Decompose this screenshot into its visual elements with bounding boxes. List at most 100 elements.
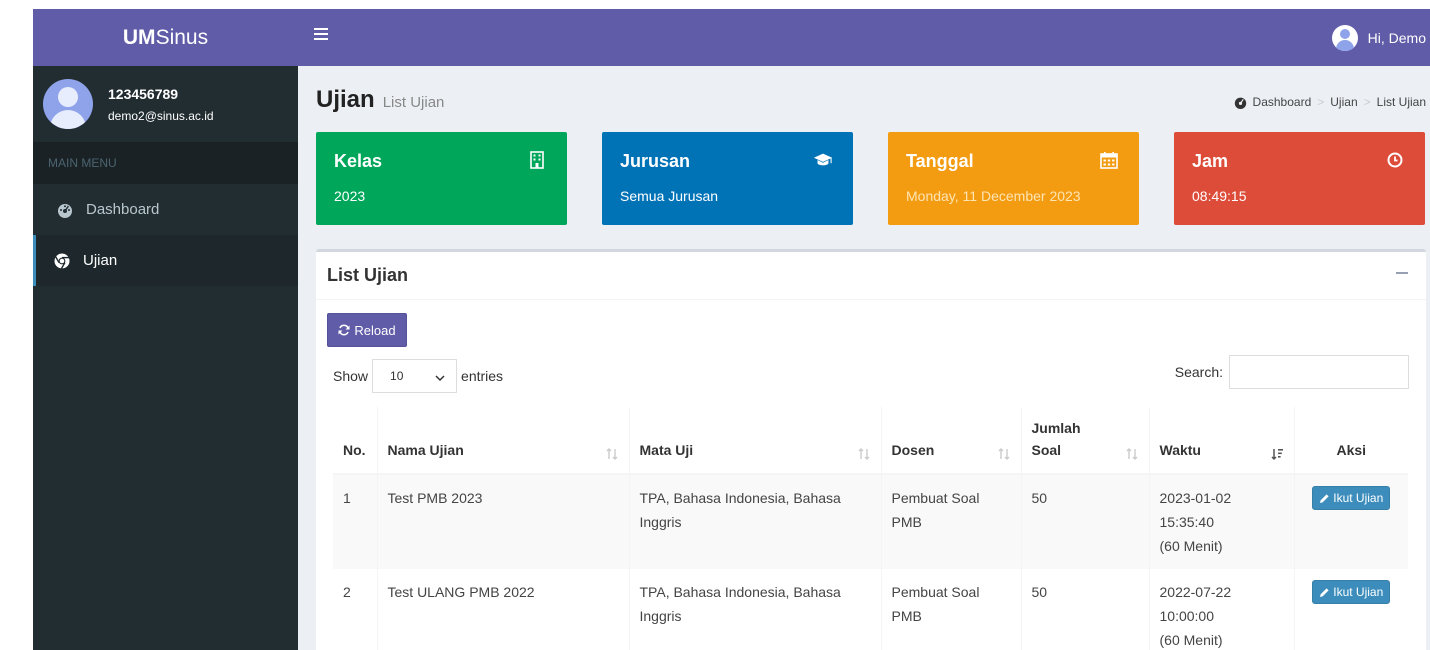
sidebar-item-ujian[interactable]: Ujian <box>33 235 298 286</box>
table-search: Search: <box>1175 355 1409 389</box>
app-logo[interactable]: UM Sinus <box>33 9 298 66</box>
column-header-no: No. <box>333 407 377 475</box>
entries-value: 10 <box>390 369 404 383</box>
breadcrumb-dashboard[interactable]: Dashboard <box>1253 95 1312 109</box>
ikut-ujian-label: Ikut Ujian <box>1333 585 1384 599</box>
reload-button[interactable]: Reload <box>327 313 407 347</box>
cell-nama-ujian: Test PMB 2023 <box>376 474 629 569</box>
sidebar-item-label: Ujian <box>83 252 118 269</box>
main-content: Ujian List Ujian Dashboard > Ujian > Lis… <box>298 66 1430 650</box>
column-header-dosen[interactable]: Dosen <box>880 407 1021 475</box>
search-input[interactable] <box>1229 355 1409 389</box>
table-row: 1 Test PMB 2023 TPA, Bahasa Indonesia, B… <box>333 474 1408 569</box>
info-box-jurusan: Jurusan Semua Jurusan <box>602 132 853 225</box>
info-box-value: 2023 <box>334 188 366 204</box>
user-avatar-icon <box>1331 25 1358 51</box>
waktu-duration: (60 Menit) <box>1159 538 1223 554</box>
ujian-table: No. Nama Ujian Mata Uji Dosen Jumlah Soa… <box>333 407 1408 650</box>
menu-header: MAIN MENU <box>33 142 298 184</box>
waktu-duration: (60 Menit) <box>1159 632 1223 648</box>
sort-icon <box>605 445 619 460</box>
info-box-title: Jurusan <box>620 151 691 171</box>
reload-label: Reload <box>354 322 396 338</box>
page-title: Ujian <box>316 86 375 113</box>
header-label: Waktu <box>1159 442 1201 458</box>
info-box-title: Kelas <box>334 151 383 171</box>
chrome-icon <box>53 252 71 270</box>
user-id: 123456789 <box>108 85 179 102</box>
cell-waktu: 2023-01-02 15:35:40 (60 Menit) <box>1148 474 1294 569</box>
cell-mata-uji: TPA, Bahasa Indonesia, Bahasa Inggris <box>628 569 881 650</box>
logo-text: Sinus <box>155 25 209 49</box>
info-box-title: Tanggal <box>906 151 974 171</box>
chevron-down-icon <box>435 371 445 385</box>
cell-no: 2 <box>343 584 351 600</box>
cell-nama-ujian: Test ULANG PMB 2022 <box>376 569 629 650</box>
header-label: Dosen <box>891 442 935 458</box>
cell-dosen: Pembuat Soal PMB <box>880 569 1021 650</box>
collapse-icon[interactable] <box>1396 272 1408 274</box>
sidebar-item-label: Dashboard <box>86 201 160 218</box>
content-header: Ujian List Ujian <box>316 86 444 114</box>
user-greeting: Hi, Demo <box>1367 30 1426 46</box>
user-menu[interactable]: Hi, Demo <box>1331 25 1426 51</box>
info-box-tanggal: Tanggal Monday, 11 December 2023 <box>888 132 1139 225</box>
table-row: 2 Test ULANG PMB 2022 TPA, Bahasa Indone… <box>333 569 1408 650</box>
user-email: demo2@sinus.ac.id <box>108 108 214 123</box>
breadcrumb: Dashboard > Ujian > List Ujian <box>1234 95 1426 109</box>
sort-icon <box>857 445 871 460</box>
ikut-ujian-label: Ikut Ujian <box>1333 491 1384 505</box>
cell-mata-uji: TPA, Bahasa Indonesia, Bahasa Inggris <box>628 474 881 569</box>
cell-jumlah-soal: 50 <box>1020 474 1149 569</box>
sort-desc-icon <box>1270 445 1284 461</box>
dashboard-icon <box>56 201 74 219</box>
waktu-date: 2022-07-22 <box>1159 584 1232 600</box>
column-header-jumlah-soal[interactable]: Jumlah Soal <box>1020 407 1149 475</box>
cell-dosen: Pembuat Soal PMB <box>880 474 1021 569</box>
column-header-aksi: Aksi <box>1293 407 1408 475</box>
sidebar-item-dashboard[interactable]: Dashboard <box>33 184 298 235</box>
cell-aksi: Ikut Ujian <box>1293 474 1408 569</box>
ikut-ujian-button[interactable]: Ikut Ujian <box>1312 486 1391 510</box>
pencil-icon <box>1319 493 1330 504</box>
info-box-value: Semua Jurusan <box>620 188 719 204</box>
entries-length-control: Show 10 entries <box>333 359 503 393</box>
ikut-ujian-button[interactable]: Ikut Ujian <box>1312 580 1391 604</box>
top-navbar: Hi, Demo <box>298 9 1430 66</box>
panel-title: List Ujian <box>327 265 409 285</box>
column-header-mata-uji[interactable]: Mata Uji <box>628 407 881 475</box>
avatar <box>43 79 93 129</box>
search-label: Search: <box>1174 364 1223 380</box>
calendar-icon <box>1099 150 1119 170</box>
waktu-date: 2023-01-02 <box>1159 490 1232 506</box>
app-frame: UM Sinus 123456789 demo2@sinus.ac.id MAIN… <box>33 9 1430 650</box>
building-icon <box>527 150 547 170</box>
column-header-waktu[interactable]: Waktu <box>1148 407 1294 475</box>
menu-toggle-icon[interactable] <box>314 28 328 40</box>
sort-icon <box>997 445 1011 460</box>
info-box-value: Monday, 11 December 2023 <box>906 188 1081 204</box>
header-label: Nama Ujian <box>387 442 464 458</box>
info-box-kelas: Kelas 2023 <box>316 132 567 225</box>
entries-select[interactable]: 10 <box>372 359 458 393</box>
cell-aksi: Ikut Ujian <box>1293 569 1408 650</box>
entries-label: entries <box>461 368 504 384</box>
info-box-value: 08:49:15 <box>1192 188 1247 204</box>
graduation-cap-icon <box>813 150 833 170</box>
user-panel: 123456789 demo2@sinus.ac.id <box>33 66 298 142</box>
info-box-jam: Jam 08:49:15 <box>1174 132 1425 225</box>
logo-bold: UM <box>122 25 156 49</box>
breadcrumb-current: List Ujian <box>1376 95 1426 109</box>
list-ujian-panel: List Ujian Reload Show 10 entries Search… <box>316 249 1426 650</box>
column-header-nama-ujian[interactable]: Nama Ujian <box>376 407 629 475</box>
sidebar: UM Sinus 123456789 demo2@sinus.ac.id MAIN… <box>33 9 298 650</box>
page-subtitle: List Ujian <box>382 94 445 111</box>
cell-waktu: 2022-07-22 10:00:00 (60 Menit) <box>1148 569 1294 650</box>
breadcrumb-ujian[interactable]: Ujian <box>1330 95 1357 109</box>
waktu-time: 15:35:40 <box>1159 514 1215 530</box>
sort-icon <box>1125 445 1139 460</box>
refresh-icon <box>338 324 350 336</box>
show-label: Show <box>333 368 369 384</box>
header-label: Mata Uji <box>639 442 694 458</box>
header-label: Jumlah Soal <box>1031 420 1081 458</box>
